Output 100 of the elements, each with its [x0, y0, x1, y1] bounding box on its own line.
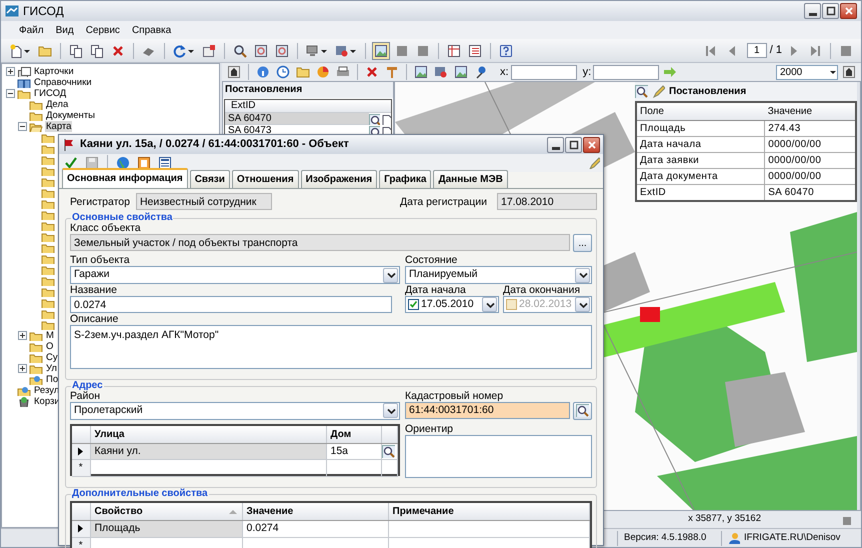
- layers-icon[interactable]: [335, 44, 349, 58]
- copy-icon[interactable]: [90, 44, 104, 58]
- book-icon[interactable]: [17, 77, 31, 88]
- collapse-icon[interactable]: [6, 89, 15, 98]
- globe-icon[interactable]: [116, 156, 130, 170]
- folder-icon[interactable]: [29, 99, 43, 110]
- image-icon[interactable]: [374, 44, 388, 58]
- cards-icon[interactable]: [17, 66, 31, 77]
- clock-icon[interactable]: [276, 65, 290, 79]
- page-field[interactable]: 1: [746, 43, 767, 58]
- tree-item[interactable]: Дела: [45, 99, 70, 110]
- maximize-button[interactable]: [565, 136, 582, 152]
- folder-icon[interactable]: [41, 209, 55, 220]
- expand-icon[interactable]: [6, 67, 15, 76]
- folder-icon[interactable]: [41, 308, 55, 319]
- info-icon[interactable]: [256, 65, 270, 79]
- table-icon[interactable]: [447, 44, 461, 58]
- tab[interactable]: Данные МЭВ: [433, 170, 508, 188]
- tree-item[interactable]: Су: [45, 352, 59, 363]
- y-coordinate-field[interactable]: [593, 64, 660, 80]
- checkbox[interactable]: [506, 299, 517, 310]
- folder-icon[interactable]: [41, 275, 55, 286]
- tab[interactable]: Изображения: [300, 170, 378, 188]
- layers-icon[interactable]: [434, 65, 448, 79]
- menu-item[interactable]: Вид: [56, 22, 74, 38]
- tree-item[interactable]: Ул: [45, 363, 58, 374]
- delete-icon[interactable]: [365, 65, 379, 79]
- image-icon[interactable]: [454, 65, 468, 79]
- folder-icon[interactable]: [41, 165, 55, 176]
- search-icon[interactable]: [369, 114, 380, 124]
- table-cell[interactable]: Площадь: [90, 520, 242, 538]
- monitor-icon[interactable]: [306, 44, 320, 58]
- folder-icon[interactable]: [41, 264, 55, 275]
- table-cell[interactable]: SA 60470: [225, 113, 369, 125]
- search-icon[interactable]: [233, 44, 247, 58]
- square-icon[interactable]: [395, 44, 409, 58]
- browse-button[interactable]: ...: [573, 234, 592, 252]
- square-icon[interactable]: [416, 44, 430, 58]
- district-dropdown[interactable]: Пролетарский: [70, 402, 400, 420]
- folder-icon[interactable]: [41, 253, 55, 264]
- pie-chart-icon[interactable]: [316, 65, 330, 79]
- folder-icon[interactable]: [41, 242, 55, 253]
- square-icon[interactable]: [839, 44, 853, 58]
- checkbox[interactable]: [408, 299, 419, 310]
- zoom-icon[interactable]: [275, 44, 289, 58]
- folder-icon[interactable]: [38, 44, 52, 58]
- zoom-icon[interactable]: [254, 44, 268, 58]
- printer-icon[interactable]: [336, 65, 350, 79]
- first-page-icon[interactable]: [704, 44, 718, 58]
- tab[interactable]: Графика: [379, 170, 432, 188]
- scale-dropdown[interactable]: 2000: [776, 64, 838, 80]
- copy-icon[interactable]: [69, 44, 83, 58]
- pen-icon[interactable]: [588, 157, 600, 169]
- x-coordinate-field[interactable]: [510, 64, 577, 80]
- folder-icon[interactable]: [41, 176, 55, 187]
- folder-icon[interactable]: [41, 154, 55, 165]
- folder-icon[interactable]: [41, 319, 55, 330]
- collapse-icon[interactable]: [18, 122, 27, 131]
- table-cell[interactable]: 15а: [326, 443, 382, 460]
- folder-icon[interactable]: [41, 231, 55, 242]
- registration-date-field[interactable]: 17.08.2010: [497, 193, 597, 210]
- hammer-icon[interactable]: [385, 65, 399, 79]
- folder-icon[interactable]: [41, 297, 55, 308]
- menu-item[interactable]: Сервис: [86, 22, 120, 38]
- check-icon[interactable]: [64, 156, 78, 170]
- house-icon[interactable]: [227, 65, 241, 79]
- tree-item[interactable]: Карточки: [33, 66, 75, 77]
- tree-item[interactable]: О: [45, 341, 54, 352]
- description-field[interactable]: S-2зем.уч.раздел АГК"Мотор": [70, 325, 592, 369]
- tree-item[interactable]: Документы: [45, 110, 96, 121]
- expand-icon[interactable]: [18, 331, 27, 340]
- menu-item[interactable]: Справка: [132, 22, 172, 38]
- folder-icon[interactable]: [41, 220, 55, 231]
- tab[interactable]: Отношения: [232, 170, 299, 188]
- search-icon[interactable]: [635, 85, 648, 98]
- last-page-icon[interactable]: [808, 44, 822, 58]
- list-icon[interactable]: [468, 44, 482, 58]
- table-cell[interactable]: Каяни ул.: [90, 443, 326, 460]
- folder-icon[interactable]: [41, 132, 55, 143]
- state-dropdown[interactable]: Планируемый: [405, 266, 592, 284]
- refresh-icon[interactable]: [173, 44, 187, 58]
- menu-item[interactable]: Файл: [19, 22, 44, 38]
- folder-icon[interactable]: [296, 65, 310, 79]
- minimize-button[interactable]: [547, 136, 564, 152]
- house-icon[interactable]: [842, 65, 856, 79]
- close-button[interactable]: [840, 3, 857, 19]
- minimize-button[interactable]: [804, 3, 821, 19]
- recycle-bin-icon[interactable]: [17, 396, 31, 407]
- tree-item[interactable]: ГИСОД: [33, 88, 68, 99]
- expand-icon[interactable]: [18, 364, 27, 373]
- folder-icon[interactable]: [41, 187, 55, 198]
- image-icon[interactable]: [414, 65, 428, 79]
- folder-icon[interactable]: [41, 286, 55, 297]
- close-button[interactable]: [583, 136, 600, 152]
- registrar-field[interactable]: Неизвестный сотрудник: [136, 193, 272, 210]
- tab[interactable]: Основная информация: [62, 168, 188, 188]
- maximize-button[interactable]: [822, 3, 839, 19]
- name-field[interactable]: 0.0274: [70, 296, 392, 313]
- pin-icon[interactable]: [474, 65, 488, 79]
- folder-icon[interactable]: [41, 143, 55, 154]
